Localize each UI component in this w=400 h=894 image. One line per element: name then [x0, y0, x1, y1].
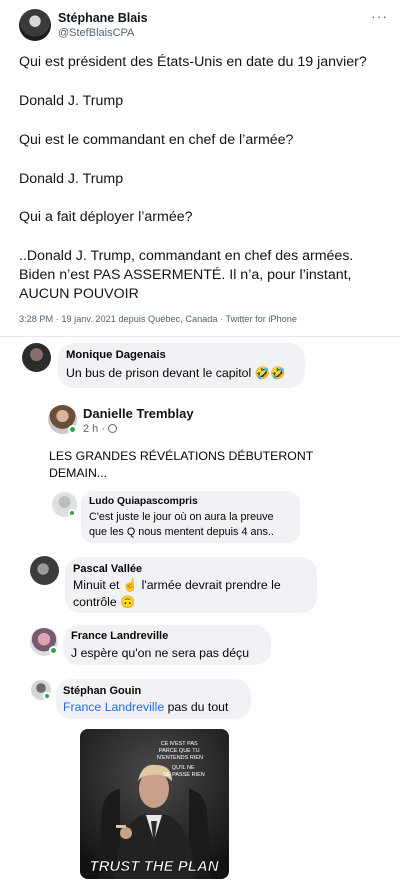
online-indicator-icon: [49, 646, 58, 655]
author-handle[interactable]: @StefBlaisCPA: [58, 27, 134, 39]
commenter-name[interactable]: Ludo Quiapascompris: [89, 496, 198, 507]
author-avatar[interactable]: [19, 9, 51, 41]
tweet-text-line: Donald J. Trump: [19, 171, 124, 187]
mention-link[interactable]: France Landreville: [63, 700, 164, 714]
online-indicator-icon: [43, 692, 51, 700]
meme-picture: CE N'EST PAS PARCE QUE TU N'ENTENDS RIEN…: [80, 729, 229, 879]
commenter-name[interactable]: Pascal Vallée: [73, 563, 142, 575]
comment-text-line: Minuit et ☝️ l'armée devrait prendre le: [73, 578, 281, 592]
comment-bubble: Pascal Vallée Minuit et ☝️ l'armée devra…: [65, 557, 317, 613]
tweet-text-line: Qui est le commandant en chef de l’armée…: [19, 132, 294, 148]
post-time[interactable]: 2 h ·: [83, 423, 118, 435]
post-time-label: 2 h ·: [83, 423, 106, 435]
comment-text-line: contrôle 🙃: [73, 595, 136, 609]
comment-text: France Landreville pas du tout: [63, 700, 228, 714]
meme-image[interactable]: CE N'EST PAS PARCE QUE TU N'ENTENDS RIEN…: [80, 729, 229, 879]
author-name[interactable]: Stéphane Blais: [58, 11, 148, 25]
globe-icon: [108, 424, 118, 433]
comment-text-line: que les Q nous mentent depuis 4 ans..: [89, 526, 274, 538]
more-options-icon[interactable]: ···: [371, 8, 388, 24]
online-indicator-icon: [68, 509, 76, 517]
post-author-name[interactable]: Danielle Tremblay: [83, 406, 194, 421]
comment-bubble: Monique Dagenais Un bus de prison devant…: [58, 343, 305, 388]
online-indicator-icon: [68, 425, 77, 434]
comment-bubble: Stéphan Gouin France Landreville pas du …: [56, 679, 251, 719]
tweet-card: Stéphane Blais @StefBlaisCPA ··· Qui est…: [0, 0, 400, 340]
comment-text-line: C'est juste le jour où on aura la preuve: [89, 511, 274, 523]
tweet-text-line: Qui a fait déployer l’armée?: [19, 209, 193, 225]
commenter-name[interactable]: Stéphan Gouin: [63, 685, 141, 697]
commenter-name[interactable]: Monique Dagenais: [66, 349, 166, 361]
comment-text: Un bus de prison devant le capitol 🤣🤣: [66, 366, 286, 380]
commenter-name[interactable]: France Landreville: [71, 630, 168, 642]
tweet-text-line: Biden n’est PAS ASSERMENTÉ. Il n’a, pour…: [19, 267, 352, 283]
comment-bubble: France Landreville J espère qu'on ne ser…: [63, 625, 271, 665]
tweet-text-line: AUCUN POUVOIR: [19, 286, 139, 302]
tweet-text-line: Donald J. Trump: [19, 93, 124, 109]
comment-text: J espère qu'on ne sera pas déçu: [71, 646, 250, 660]
avatar[interactable]: [30, 556, 59, 585]
comment-text-rest: pas du tout: [164, 700, 229, 714]
tweet-text-line: ..Donald J. Trump, commandant en chef de…: [19, 248, 354, 264]
meme-caption-bottom: TRUST THE PLAN: [89, 858, 219, 875]
tweet-timestamp[interactable]: 3:28 PM · 19 janv. 2021 depuis Québec, C…: [19, 314, 297, 324]
meme-caption-top: CE N'EST PAS PARCE QUE TU N'ENTENDS RIEN: [157, 741, 203, 761]
post-text-line: DEMAIN...: [49, 466, 108, 480]
divider: [0, 336, 400, 337]
reply-bubble: Ludo Quiapascompris C'est juste le jour …: [81, 491, 300, 543]
post-text-line: LES GRANDES RÉVÉLATIONS DÉBUTERONT: [49, 449, 314, 463]
tweet-text-line: Qui est président des États-Unis en date…: [19, 54, 367, 70]
avatar[interactable]: [22, 343, 51, 372]
